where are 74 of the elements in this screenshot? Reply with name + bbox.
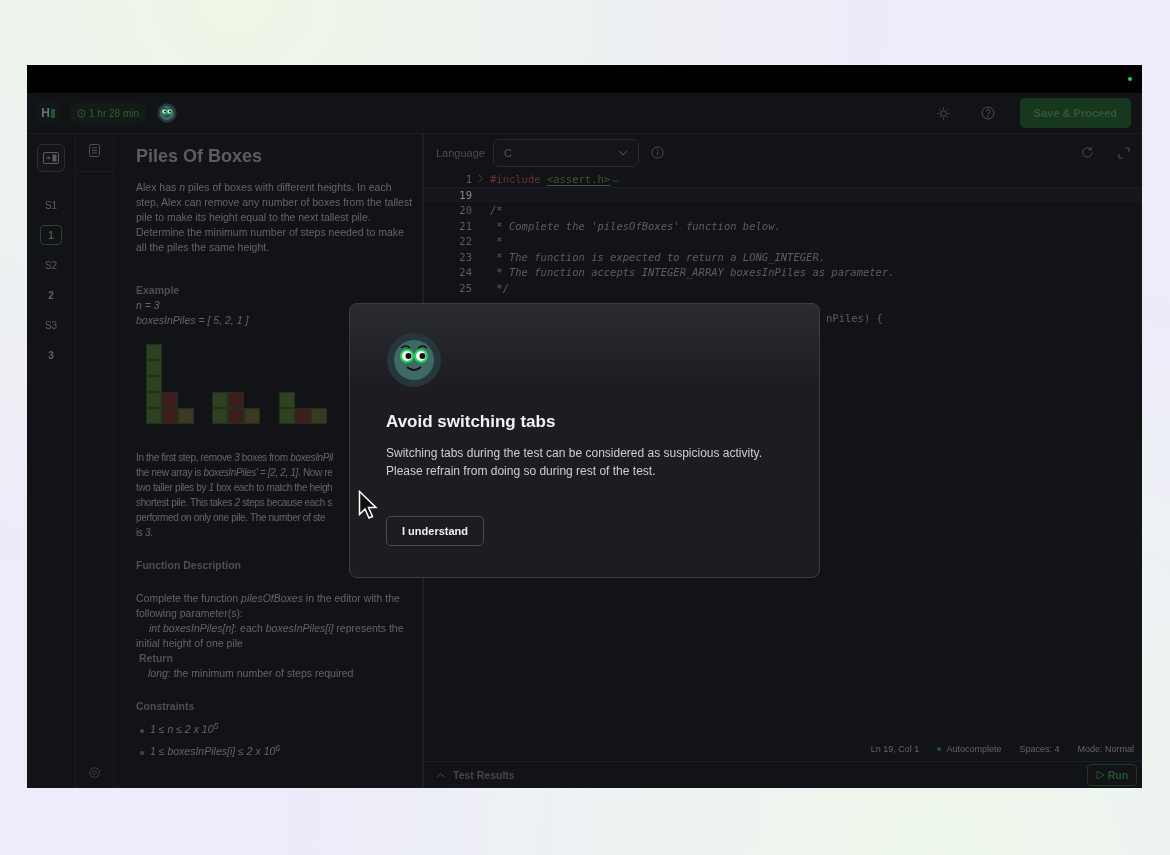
code-line: * The function is expected to return a LONG_INTEGER. — [495, 249, 826, 263]
chevron-down-icon — [617, 149, 628, 156]
status-dot-icon — [1128, 77, 1132, 81]
section-label: S3 — [44, 318, 58, 333]
line-number: 23 — [458, 249, 472, 263]
constraint-item: 1 ≤ boxesInPiles[i] ≤ 2 x 10$^{6}$ — [150, 741, 281, 759]
explanation-line: two taller piles by 1 box each to match the heigh — [136, 481, 333, 495]
code-line: #include <assert.h> — [490, 172, 611, 186]
sun-icon — [937, 106, 951, 120]
status-dot-icon — [937, 747, 942, 751]
fold-chevron-icon[interactable] — [478, 174, 484, 184]
dialog-message: Switching tabs during the test can be considered as suspicious activity. — [386, 445, 762, 462]
code-line: /* — [490, 203, 503, 217]
autocomplete-status[interactable]: Autocomplete — [946, 744, 1002, 754]
mouse-cursor-icon — [358, 490, 378, 520]
reset-icon[interactable] — [1081, 146, 1094, 159]
constraint-item: 1 ≤ n ≤ 2 x 10$^{5}$ — [150, 719, 219, 737]
example-line: n = 3 — [136, 298, 161, 313]
question-button[interactable]: 1 — [40, 225, 62, 245]
constraints-heading: Constraints — [136, 699, 196, 714]
collapse-panel-button[interactable] — [37, 144, 65, 172]
info-icon[interactable] — [650, 146, 664, 159]
example-heading: Example — [136, 283, 181, 298]
code-line: nPiles) { — [826, 310, 883, 326]
line-number: 25 — [458, 280, 472, 294]
code-line: */ — [495, 280, 509, 294]
function-description-heading: Function Description — [136, 558, 242, 573]
document-icon — [89, 144, 100, 157]
help-icon — [980, 106, 995, 120]
problem-description: Alex has n piles of boxes with different heights. In each step, Alex can remove any number of boxes from the tallest pile to make its height equal to the next tallest pile. Determine the minimum number of steps needed to make all the piles the same height. — [136, 180, 414, 255]
explanation-line: the new array is boxesInPiles' = [2, 2, 1]. Now re — [136, 466, 333, 480]
logo: H — [37, 102, 59, 124]
section-label: S1 — [44, 198, 58, 213]
language-select[interactable]: C — [492, 138, 639, 167]
bullet-icon — [140, 728, 144, 733]
explanation-line: shortest pile. This takes 2 steps because each s — [136, 496, 332, 510]
run-button[interactable]: Run — [1087, 764, 1137, 786]
explanation-line: In the first step, remove 3 boxes from boxesInPil — [136, 451, 333, 465]
line-number: 19 — [458, 187, 472, 201]
code-line: * — [495, 234, 503, 248]
chevron-up-icon[interactable] — [436, 772, 445, 778]
function-description-text: Complete the function pilesOfBoxes in the editor with the following parameter(s): — [136, 591, 401, 621]
explanation-line: is 3. — [136, 526, 153, 540]
editor-mode[interactable]: Mode: Normal — [1077, 744, 1134, 754]
fullscreen-icon[interactable] — [1118, 146, 1130, 159]
dialog-title: Avoid switching tabs — [386, 412, 557, 432]
owl-icon — [157, 103, 178, 123]
bullet-icon — [140, 751, 144, 755]
question-button[interactable]: 3 — [40, 345, 62, 365]
line-number: 21 — [458, 218, 472, 232]
play-icon — [1095, 770, 1105, 780]
line-number: 1 — [464, 172, 472, 186]
question-button[interactable]: 2 — [40, 285, 62, 305]
problem-title: Piles Of Boxes — [136, 146, 264, 166]
settings-icon[interactable] — [88, 766, 101, 779]
line-number: 24 — [458, 265, 472, 279]
explanation-line: performed on only one pile. The number of ste — [136, 511, 326, 525]
code-line: * The function accepts INTEGER_ARRAY boxesInPiles as parameter. — [495, 265, 895, 279]
cursor-position: Ln 19, Col 1 — [870, 744, 920, 754]
language-label: Language — [436, 146, 485, 159]
return-heading: Return — [139, 651, 174, 666]
owl-icon — [386, 332, 442, 388]
understand-button[interactable]: I understand — [386, 516, 484, 546]
section-label: S2 — [44, 258, 58, 273]
timer-badge: 1 hr 28 min — [69, 103, 148, 123]
return-description: long: the minimum number of steps required — [147, 666, 355, 681]
example-line: boxesInPiles = [ 5, 2, 1 ] — [136, 313, 250, 328]
indent-setting[interactable]: Spaces: 4 — [1019, 744, 1060, 754]
code-line: * Complete the 'pilesOfBoxes' function below. — [495, 218, 781, 232]
dialog-message: Please refrain from doing so during rest of the test. — [386, 463, 656, 480]
line-number: 22 — [458, 234, 472, 248]
panel-toggle-icon — [43, 152, 59, 164]
line-number: 20 — [458, 203, 472, 217]
parameter-description: int boxesInPiles[n]: each boxesInPiles[i] represents the initial height of one pile — [136, 621, 405, 651]
